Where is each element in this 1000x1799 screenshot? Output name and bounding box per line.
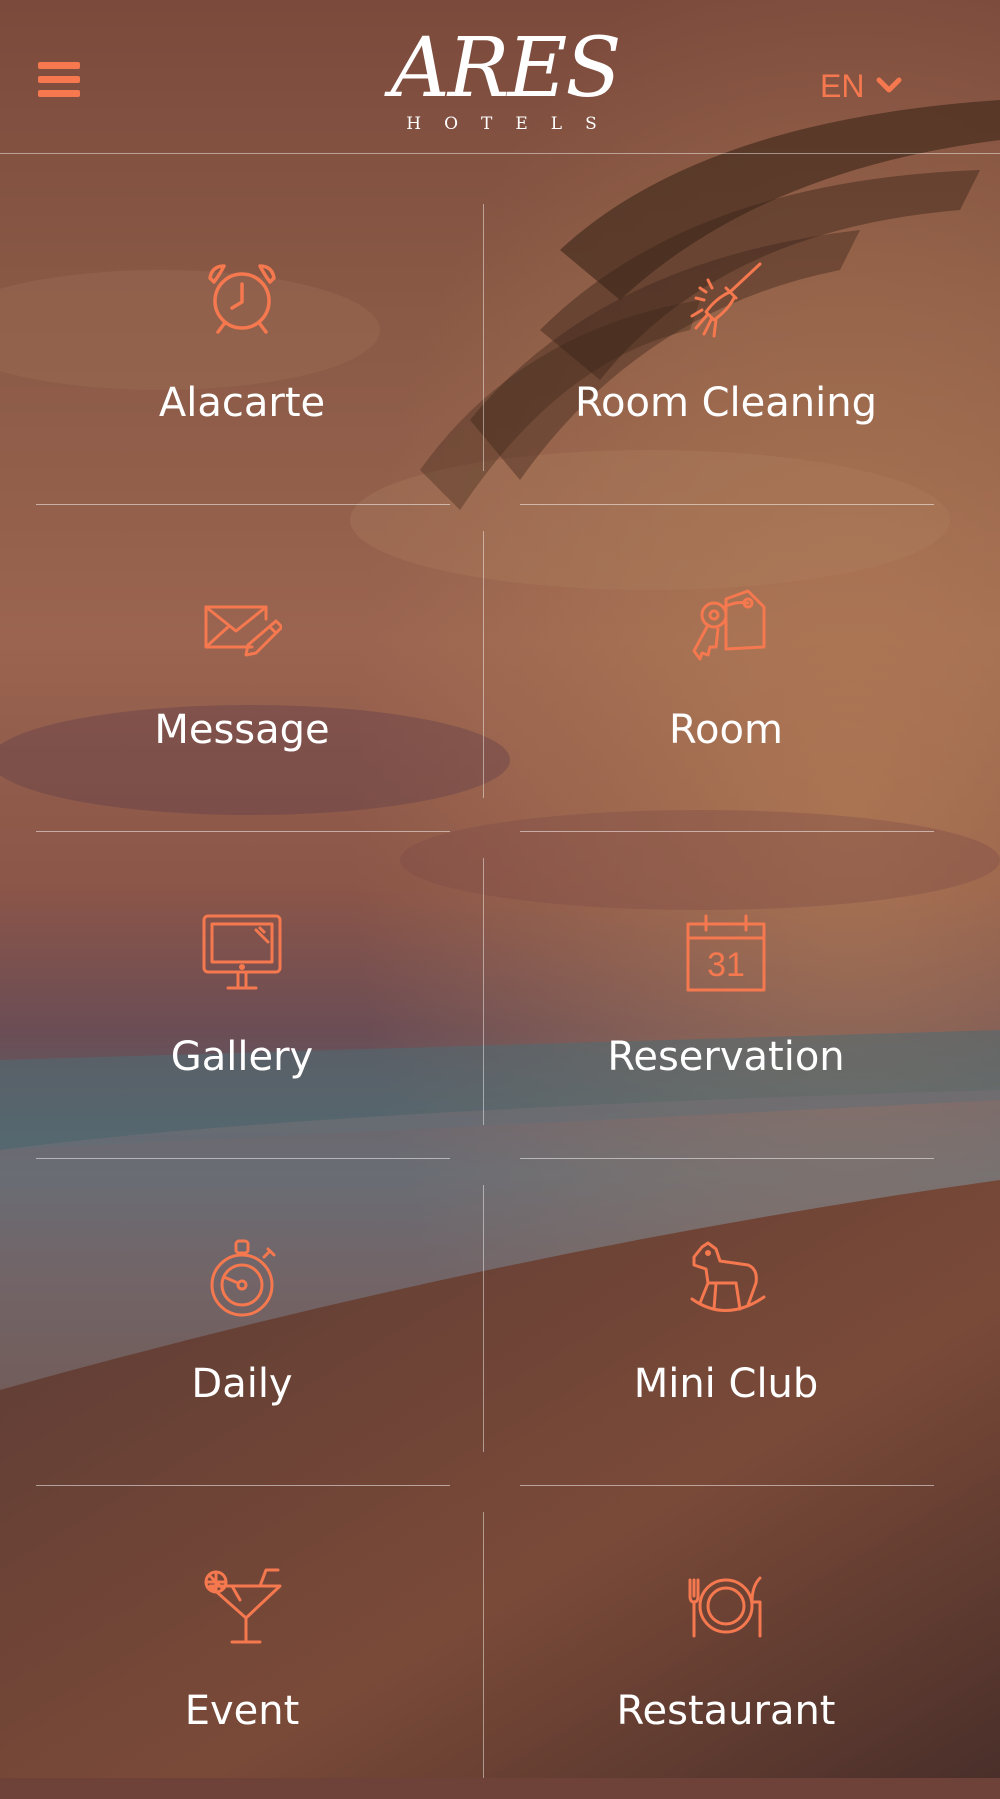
chevron-down-icon bbox=[876, 77, 902, 93]
envelope-pencil-icon bbox=[204, 605, 282, 657]
broom-icon bbox=[690, 262, 762, 338]
tile-event[interactable]: Event bbox=[0, 1472, 484, 1799]
tile-daily[interactable]: Daily bbox=[0, 1145, 484, 1472]
tile-message[interactable]: Message bbox=[0, 491, 484, 818]
language-selector[interactable]: EN bbox=[820, 66, 902, 106]
alarm-clock-icon bbox=[208, 264, 276, 334]
tile-mini-club[interactable]: Mini Club bbox=[484, 1145, 968, 1472]
language-label: EN bbox=[820, 67, 865, 104]
tile-label: Event bbox=[184, 1688, 300, 1734]
tile-label: Gallery bbox=[170, 1034, 314, 1080]
tile-room-cleaning[interactable]: Room Cleaning bbox=[484, 164, 968, 491]
ares-hotels-logo[interactable]: ARES HOTELS bbox=[380, 28, 630, 146]
tile-label: Room bbox=[669, 707, 783, 753]
plate-cutlery-icon bbox=[688, 1576, 762, 1638]
tile-label: Alacarte bbox=[158, 380, 326, 426]
tile-label: Reservation bbox=[607, 1034, 845, 1080]
header-divider bbox=[0, 153, 1000, 154]
tile-alacarte[interactable]: Alacarte bbox=[0, 164, 484, 491]
tile-restaurant[interactable]: Restaurant bbox=[484, 1472, 968, 1799]
key-tag-icon bbox=[692, 589, 766, 661]
calendar-icon: 31 bbox=[686, 914, 766, 992]
tile-label: Mini Club bbox=[633, 1361, 819, 1407]
calendar-day-text: 31 bbox=[707, 946, 745, 984]
stopwatch-icon bbox=[210, 1239, 276, 1317]
logo-sub-text: HOTELS bbox=[406, 114, 620, 134]
tile-label: Daily bbox=[191, 1361, 293, 1407]
header-bar: ARES HOTELS EN bbox=[0, 0, 1000, 154]
logo-main-text: ARES bbox=[390, 21, 622, 116]
tile-label: Room Cleaning bbox=[575, 380, 877, 426]
cocktail-icon bbox=[204, 1568, 282, 1644]
hamburger-menu-button[interactable] bbox=[38, 62, 80, 98]
tile-reservation[interactable]: 31 Reservation bbox=[484, 818, 968, 1145]
tile-room[interactable]: Room bbox=[484, 491, 968, 818]
tile-label: Message bbox=[154, 707, 330, 753]
monitor-icon bbox=[202, 914, 282, 990]
rocking-horse-icon bbox=[690, 1241, 766, 1312]
tile-label: Restaurant bbox=[616, 1688, 836, 1734]
tile-gallery[interactable]: Gallery bbox=[0, 818, 484, 1145]
